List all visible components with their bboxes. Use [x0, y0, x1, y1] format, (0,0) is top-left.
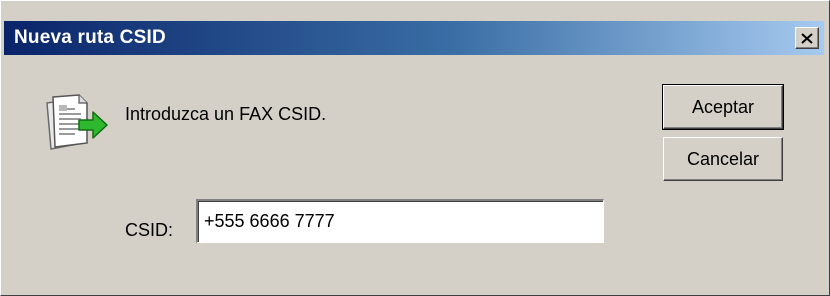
- ok-button[interactable]: Aceptar: [662, 84, 784, 130]
- csid-input[interactable]: [196, 199, 604, 243]
- csid-label: CSID:: [125, 220, 174, 240]
- dialog-window: Nueva ruta CSID Introduzca un FAX CSID. …: [0, 0, 830, 296]
- window-title: Nueva ruta CSID: [14, 27, 166, 48]
- close-button[interactable]: [795, 27, 819, 49]
- close-icon: [801, 32, 813, 44]
- fax-route-icon: [46, 94, 108, 150]
- title-bar[interactable]: Nueva ruta CSID: [4, 21, 824, 55]
- cancel-button[interactable]: Cancelar: [663, 137, 783, 181]
- prompt-text: Introduzca un FAX CSID.: [125, 104, 327, 124]
